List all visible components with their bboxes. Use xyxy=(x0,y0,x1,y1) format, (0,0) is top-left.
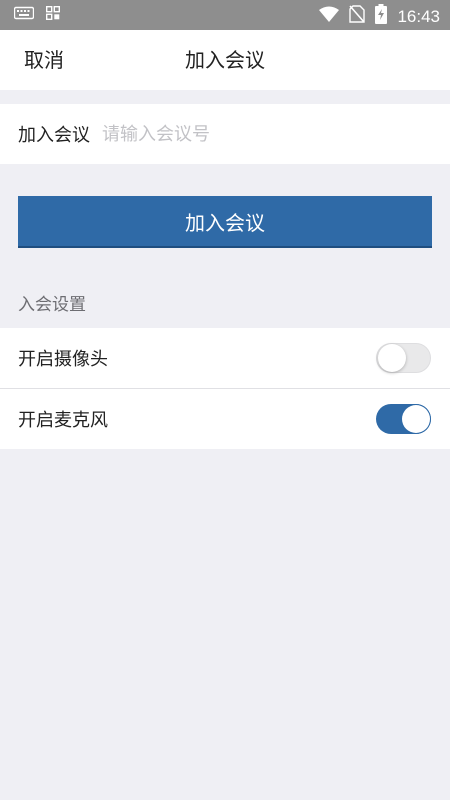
keyboard-icon xyxy=(13,6,35,25)
camera-setting-label: 开启摄像头 xyxy=(18,349,108,370)
no-sim-icon xyxy=(349,5,366,28)
nav-bar: 取消 加入会议 xyxy=(0,30,450,90)
meeting-number-row: 加入会议 xyxy=(0,104,450,164)
camera-toggle[interactable] xyxy=(376,343,431,373)
meeting-number-input[interactable] xyxy=(102,119,450,149)
status-bar: 16:43 xyxy=(0,0,450,30)
apps-grid-icon xyxy=(45,5,61,25)
battery-charging-icon xyxy=(375,4,388,29)
status-bar-left xyxy=(13,5,61,25)
settings-section-label: 入会设置 xyxy=(18,295,86,315)
join-meeting-button[interactable]: 加入会议 xyxy=(18,196,432,248)
microphone-setting-label: 开启麦克风 xyxy=(18,410,108,431)
settings-list: 开启摄像头 开启麦克风 xyxy=(0,328,450,449)
microphone-toggle[interactable] xyxy=(376,404,431,434)
microphone-toggle-knob xyxy=(402,405,430,433)
setting-row-camera: 开启摄像头 xyxy=(0,328,450,388)
status-bar-right: 16:43 xyxy=(319,4,440,29)
meeting-number-label: 加入会议 xyxy=(18,125,90,146)
camera-toggle-knob xyxy=(378,344,406,372)
setting-row-microphone: 开启麦克风 xyxy=(0,388,450,449)
page-title: 加入会议 xyxy=(185,48,265,72)
status-time: 16:43 xyxy=(397,6,440,26)
wifi-icon xyxy=(319,6,340,27)
